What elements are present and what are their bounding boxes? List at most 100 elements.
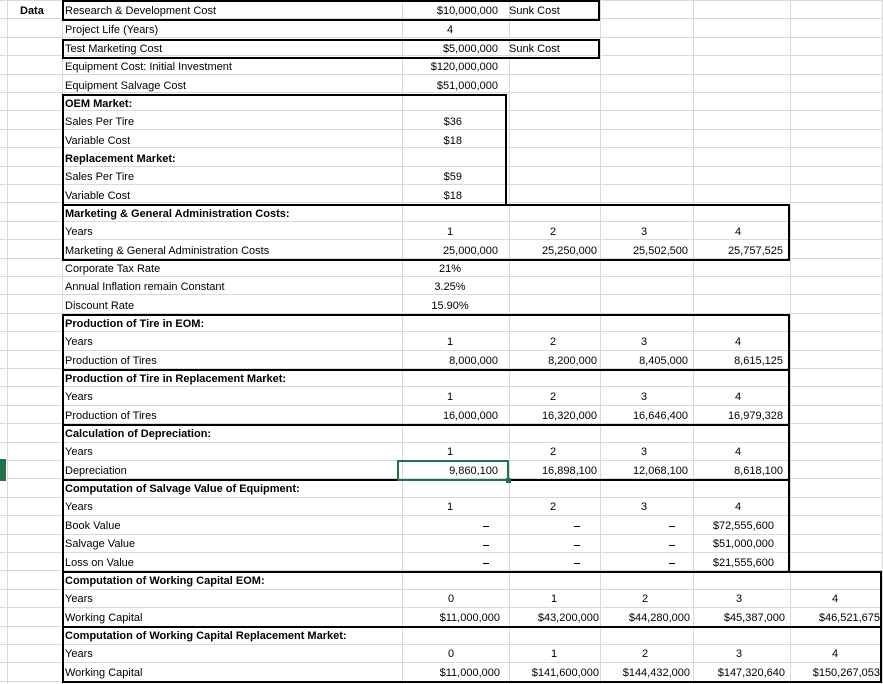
mga-header[interactable]: Marketing & General Administration Costs… <box>65 205 290 223</box>
wc-rep-values-cell[interactable]: $11,000,000 <box>402 664 500 682</box>
sv-years-cell[interactable]: 2 <box>509 498 597 516</box>
discount-rate-value[interactable]: 15.90% <box>402 297 498 315</box>
mga-costs-cell[interactable]: 25,000,000 <box>402 242 498 260</box>
wc-eom-years-cell[interactable]: 1 <box>509 590 599 608</box>
sv-years-cell[interactable]: 4 <box>693 498 783 516</box>
tax-rate-value[interactable]: 21% <box>402 260 498 278</box>
replacement-market-header[interactable]: Replacement Market: <box>65 150 176 168</box>
tax-rate-label[interactable]: Corporate Tax Rate <box>65 260 160 278</box>
peom-years-cell[interactable]: 3 <box>600 333 688 351</box>
wc-eom-years-cell[interactable]: 2 <box>600 590 690 608</box>
depreciation-label[interactable]: Depreciation <box>65 462 127 480</box>
dep-years-cell[interactable]: 3 <box>600 443 688 461</box>
inflation-label[interactable]: Annual Inflation remain Constant <box>65 278 225 296</box>
wc-eom-values-cell[interactable]: $44,280,000 <box>600 609 690 627</box>
mga-costs-label[interactable]: Marketing & General Administration Costs <box>65 242 269 260</box>
loss-on-value-year4[interactable]: $21,555,600 <box>700 554 774 572</box>
peom-production-cell[interactable]: 8,200,000 <box>509 352 597 370</box>
salvage-value-label[interactable]: Salvage Value <box>65 535 135 553</box>
peom-years-cell[interactable]: 2 <box>509 333 597 351</box>
oem-sales-label[interactable]: Sales Per Tire <box>65 113 134 131</box>
test-marketing-label[interactable]: Test Marketing Cost <box>65 40 162 58</box>
prep-production-cell[interactable]: 16,646,400 <box>600 407 688 425</box>
wc-eom-years-cell[interactable]: 3 <box>693 590 785 608</box>
prep-production-label[interactable]: Production of Tires <box>65 407 157 425</box>
wc-eom-years-cell[interactable]: 0 <box>402 590 500 608</box>
wc-rep-years-cell[interactable]: 4 <box>790 645 880 663</box>
dep-years-cell[interactable]: 4 <box>693 443 783 461</box>
wc-eom-years-label[interactable]: Years <box>65 590 93 608</box>
prep-production-cell[interactable]: 16,979,328 <box>693 407 783 425</box>
wc-eom-years-cell[interactable]: 4 <box>790 590 880 608</box>
test-marketing-value[interactable]: $5,000,000 <box>402 40 498 58</box>
wc-rep-years-cell[interactable]: 1 <box>509 645 599 663</box>
wc-rep-years-cell[interactable]: 2 <box>600 645 690 663</box>
sv-years-label[interactable]: Years <box>65 498 93 516</box>
wc-rep-years-cell[interactable]: 0 <box>402 645 500 663</box>
peom-production-cell[interactable]: 8,405,000 <box>600 352 688 370</box>
dep-years-cell[interactable]: 2 <box>509 443 597 461</box>
mga-years-cell[interactable]: 3 <box>600 223 688 241</box>
book-value-label[interactable]: Book Value <box>65 517 120 535</box>
working-capital-replacement-header[interactable]: Computation of Working Capital Replaceme… <box>65 627 347 645</box>
wc-eom-values-cell[interactable]: $11,000,000 <box>402 609 500 627</box>
depreciation-cell[interactable]: 12,068,100 <box>600 462 688 480</box>
project-life-value[interactable]: 4 <box>402 21 498 39</box>
peom-years-cell[interactable]: 4 <box>693 333 783 351</box>
prep-years-label[interactable]: Years <box>65 388 93 406</box>
peom-years-cell[interactable]: 1 <box>402 333 498 351</box>
rd-sunk-note[interactable]: Sunk Cost <box>509 2 560 20</box>
equipment-salvage-label[interactable]: Equipment Salvage Cost <box>65 77 186 95</box>
wc-rep-years-label[interactable]: Years <box>65 645 93 663</box>
depreciation-cell[interactable]: 16,898,100 <box>509 462 597 480</box>
peom-years-label[interactable]: Years <box>65 333 93 351</box>
rep-variable-label[interactable]: Variable Cost <box>65 187 130 205</box>
mga-costs-cell[interactable]: 25,502,500 <box>600 242 688 260</box>
depreciation-header[interactable]: Calculation of Depreciation: <box>65 425 211 443</box>
mga-costs-cell[interactable]: 25,757,525 <box>693 242 783 260</box>
wc-rep-values-label[interactable]: Working Capital <box>65 664 142 682</box>
prep-years-cell[interactable]: 2 <box>509 388 597 406</box>
rep-sales-label[interactable]: Sales Per Tire <box>65 168 134 186</box>
prep-years-cell[interactable]: 4 <box>693 388 783 406</box>
peom-production-cell[interactable]: 8,000,000 <box>402 352 498 370</box>
prep-years-cell[interactable]: 3 <box>600 388 688 406</box>
depreciation-cell[interactable]: 8,618,100 <box>693 462 783 480</box>
salvage-value-year4[interactable]: $51,000,000 <box>700 535 774 553</box>
sv-years-cell[interactable]: 1 <box>402 498 498 516</box>
rep-sales-value[interactable]: $59 <box>402 168 462 186</box>
prep-production-cell[interactable]: 16,320,000 <box>509 407 597 425</box>
production-replacement-header[interactable]: Production of Tire in Replacement Market… <box>65 370 286 388</box>
mga-years-label[interactable]: Years <box>65 223 93 241</box>
test-sunk-note[interactable]: Sunk Cost <box>509 40 560 58</box>
mga-costs-cell[interactable]: 25,250,000 <box>509 242 597 260</box>
prep-production-cell[interactable]: 16,000,000 <box>402 407 498 425</box>
peom-production-cell[interactable]: 8,615,125 <box>693 352 783 370</box>
oem-market-header[interactable]: OEM Market: <box>65 95 132 113</box>
oem-variable-label[interactable]: Variable Cost <box>65 132 130 150</box>
mga-years-cell[interactable]: 2 <box>509 223 597 241</box>
rd-cost-label[interactable]: Research & Development Cost <box>65 2 216 20</box>
oem-variable-value[interactable]: $18 <box>402 132 462 150</box>
book-value-year4[interactable]: $72,555,600 <box>700 517 774 535</box>
equipment-salvage-value[interactable]: $51,000,000 <box>402 77 498 95</box>
wc-eom-values-cell[interactable]: $45,387,000 <box>693 609 785 627</box>
wc-eom-values-label[interactable]: Working Capital <box>65 609 142 627</box>
wc-rep-years-cell[interactable]: 3 <box>693 645 785 663</box>
prep-years-cell[interactable]: 1 <box>402 388 498 406</box>
sv-years-cell[interactable]: 3 <box>600 498 688 516</box>
dep-years-cell[interactable]: 1 <box>402 443 498 461</box>
equipment-cost-label[interactable]: Equipment Cost: Initial Investment <box>65 58 232 76</box>
inflation-value[interactable]: 3.25% <box>402 278 498 296</box>
project-life-label[interactable]: Project Life (Years) <box>65 21 158 39</box>
equipment-cost-value[interactable]: $120,000,000 <box>402 58 498 76</box>
working-capital-eom-header[interactable]: Computation of Working Capital EOM: <box>65 572 265 590</box>
wc-rep-values-cell[interactable]: $150,267,053 <box>790 664 880 682</box>
peom-production-label[interactable]: Production of Tires <box>65 352 157 370</box>
mga-years-cell[interactable]: 1 <box>402 223 498 241</box>
production-eom-header[interactable]: Production of Tire in EOM: <box>65 315 204 333</box>
oem-sales-value[interactable]: $36 <box>402 113 462 131</box>
loss-on-value-label[interactable]: Loss on Value <box>65 554 134 572</box>
dep-years-label[interactable]: Years <box>65 443 93 461</box>
wc-eom-values-cell[interactable]: $46,521,675 <box>790 609 880 627</box>
